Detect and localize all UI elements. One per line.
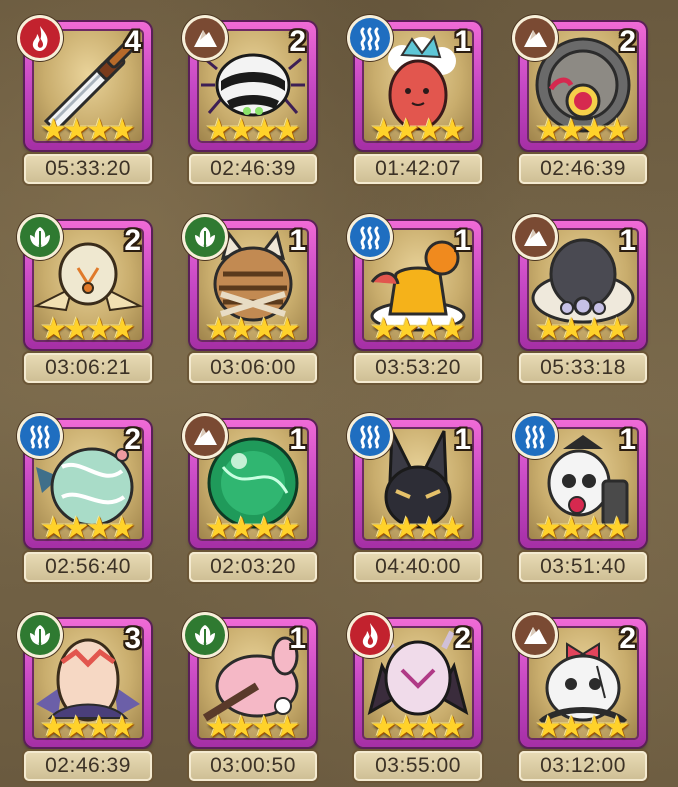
pet-card[interactable]: 2 ★ ★ ★ ★ 02:46:39 (515, 18, 655, 188)
star-rating: ★ ★ ★ ★ (531, 711, 635, 745)
pet-card[interactable]: 2 ★ ★ ★ ★ 02:56:40 (20, 416, 160, 586)
star-icon: ★ (438, 113, 466, 148)
leaf-icon (20, 615, 60, 655)
pet-count: 3 (124, 622, 141, 655)
mountain-icon (515, 18, 555, 58)
pet-count: 2 (124, 224, 141, 257)
star-icon: ★ (108, 113, 136, 148)
pet-count: 1 (454, 25, 471, 58)
pet-timer: 05:33:20 (24, 154, 152, 184)
star-icon: ★ (273, 312, 301, 347)
star-icon: ★ (273, 710, 301, 745)
star-rating: ★ ★ ★ ★ (201, 711, 305, 745)
mountain-icon (515, 615, 555, 655)
pet-timer: 03:55:00 (354, 751, 482, 781)
pet-card[interactable]: 1 ★ ★ ★ ★ 03:51:40 (515, 416, 655, 586)
pet-card[interactable]: 2 ★ ★ ★ ★ 03:12:00 (515, 615, 655, 785)
star-rating: ★ ★ ★ ★ (36, 711, 140, 745)
wave-icon (515, 416, 555, 456)
pet-timer: 03:51:40 (519, 552, 647, 582)
pet-card[interactable]: 2 ★ ★ ★ ★ 03:55:00 (350, 615, 490, 785)
pet-timer: 02:56:40 (24, 552, 152, 582)
star-rating: ★ ★ ★ ★ (201, 114, 305, 148)
pet-card[interactable]: 1 ★ ★ ★ ★ 05:33:18 (515, 217, 655, 387)
pet-card[interactable]: 3 ★ ★ ★ ★ 02:46:39 (20, 615, 160, 785)
flame-icon (20, 18, 60, 58)
pet-count: 1 (454, 224, 471, 257)
star-icon: ★ (603, 312, 631, 347)
star-icon: ★ (108, 511, 136, 546)
pet-count: 1 (289, 423, 306, 456)
pet-card[interactable]: 1 ★ ★ ★ ★ 03:00:50 (185, 615, 325, 785)
star-rating: ★ ★ ★ ★ (531, 313, 635, 347)
pet-timer: 02:46:39 (519, 154, 647, 184)
pet-count: 1 (289, 224, 306, 257)
star-rating: ★ ★ ★ ★ (36, 114, 140, 148)
pet-timer: 03:00:50 (189, 751, 317, 781)
pet-timer: 03:06:00 (189, 353, 317, 383)
pet-count: 2 (619, 25, 636, 58)
pet-card[interactable]: 4 ★ ★ ★ ★ 05:33:20 (20, 18, 160, 188)
star-icon: ★ (108, 312, 136, 347)
leaf-icon (185, 615, 225, 655)
star-rating: ★ ★ ★ ★ (201, 512, 305, 546)
pet-timer: 02:46:39 (189, 154, 317, 184)
star-icon: ★ (438, 312, 466, 347)
wave-icon (20, 416, 60, 456)
star-rating: ★ ★ ★ ★ (366, 114, 470, 148)
pet-count: 4 (124, 25, 141, 58)
pet-timer: 02:03:20 (189, 552, 317, 582)
pet-card[interactable]: 1 ★ ★ ★ ★ 03:06:00 (185, 217, 325, 387)
star-icon: ★ (273, 113, 301, 148)
star-rating: ★ ★ ★ ★ (201, 313, 305, 347)
star-rating: ★ ★ ★ ★ (531, 512, 635, 546)
star-rating: ★ ★ ★ ★ (36, 313, 140, 347)
leaf-icon (20, 217, 60, 257)
star-rating: ★ ★ ★ ★ (366, 512, 470, 546)
pet-timer: 03:53:20 (354, 353, 482, 383)
pet-count: 1 (619, 224, 636, 257)
pet-count: 1 (289, 622, 306, 655)
pet-timer: 04:40:00 (354, 552, 482, 582)
mountain-icon (185, 416, 225, 456)
pet-count: 2 (454, 622, 471, 655)
pet-count: 2 (619, 622, 636, 655)
star-rating: ★ ★ ★ ★ (366, 711, 470, 745)
star-icon: ★ (273, 511, 301, 546)
pet-card[interactable]: 1 ★ ★ ★ ★ 04:40:00 (350, 416, 490, 586)
mountain-icon (515, 217, 555, 257)
wave-icon (350, 217, 390, 257)
star-icon: ★ (438, 511, 466, 546)
star-icon: ★ (108, 710, 136, 745)
pet-card[interactable]: 2 ★ ★ ★ ★ 02:46:39 (185, 18, 325, 188)
pet-card[interactable]: 1 ★ ★ ★ ★ 02:03:20 (185, 416, 325, 586)
star-icon: ★ (603, 710, 631, 745)
wave-icon (350, 416, 390, 456)
pet-card[interactable]: 2 ★ ★ ★ ★ 03:06:21 (20, 217, 160, 387)
pet-card[interactable]: 1 ★ ★ ★ ★ 01:42:07 (350, 18, 490, 188)
star-icon: ★ (438, 710, 466, 745)
star-rating: ★ ★ ★ ★ (36, 512, 140, 546)
pet-timer: 02:46:39 (24, 751, 152, 781)
pet-count: 1 (619, 423, 636, 456)
pet-card[interactable]: 1 ★ ★ ★ ★ 03:53:20 (350, 217, 490, 387)
star-rating: ★ ★ ★ ★ (366, 313, 470, 347)
pet-timer: 03:12:00 (519, 751, 647, 781)
leaf-icon (185, 217, 225, 257)
pet-count: 1 (454, 423, 471, 456)
pet-timer: 01:42:07 (354, 154, 482, 184)
pet-count: 2 (124, 423, 141, 456)
pet-timer: 05:33:18 (519, 353, 647, 383)
wave-icon (350, 18, 390, 58)
flame-icon (350, 615, 390, 655)
star-rating: ★ ★ ★ ★ (531, 114, 635, 148)
mountain-icon (185, 18, 225, 58)
pet-count: 2 (289, 25, 306, 58)
star-icon: ★ (603, 511, 631, 546)
pet-grid: 4 ★ ★ ★ ★ 05:33:20 2 ★ ★ ★ ★ 02:46:39 1 ★ ★ ★ ★ 01:42:07 2… (0, 0, 678, 787)
star-icon: ★ (603, 113, 631, 148)
pet-timer: 03:06:21 (24, 353, 152, 383)
